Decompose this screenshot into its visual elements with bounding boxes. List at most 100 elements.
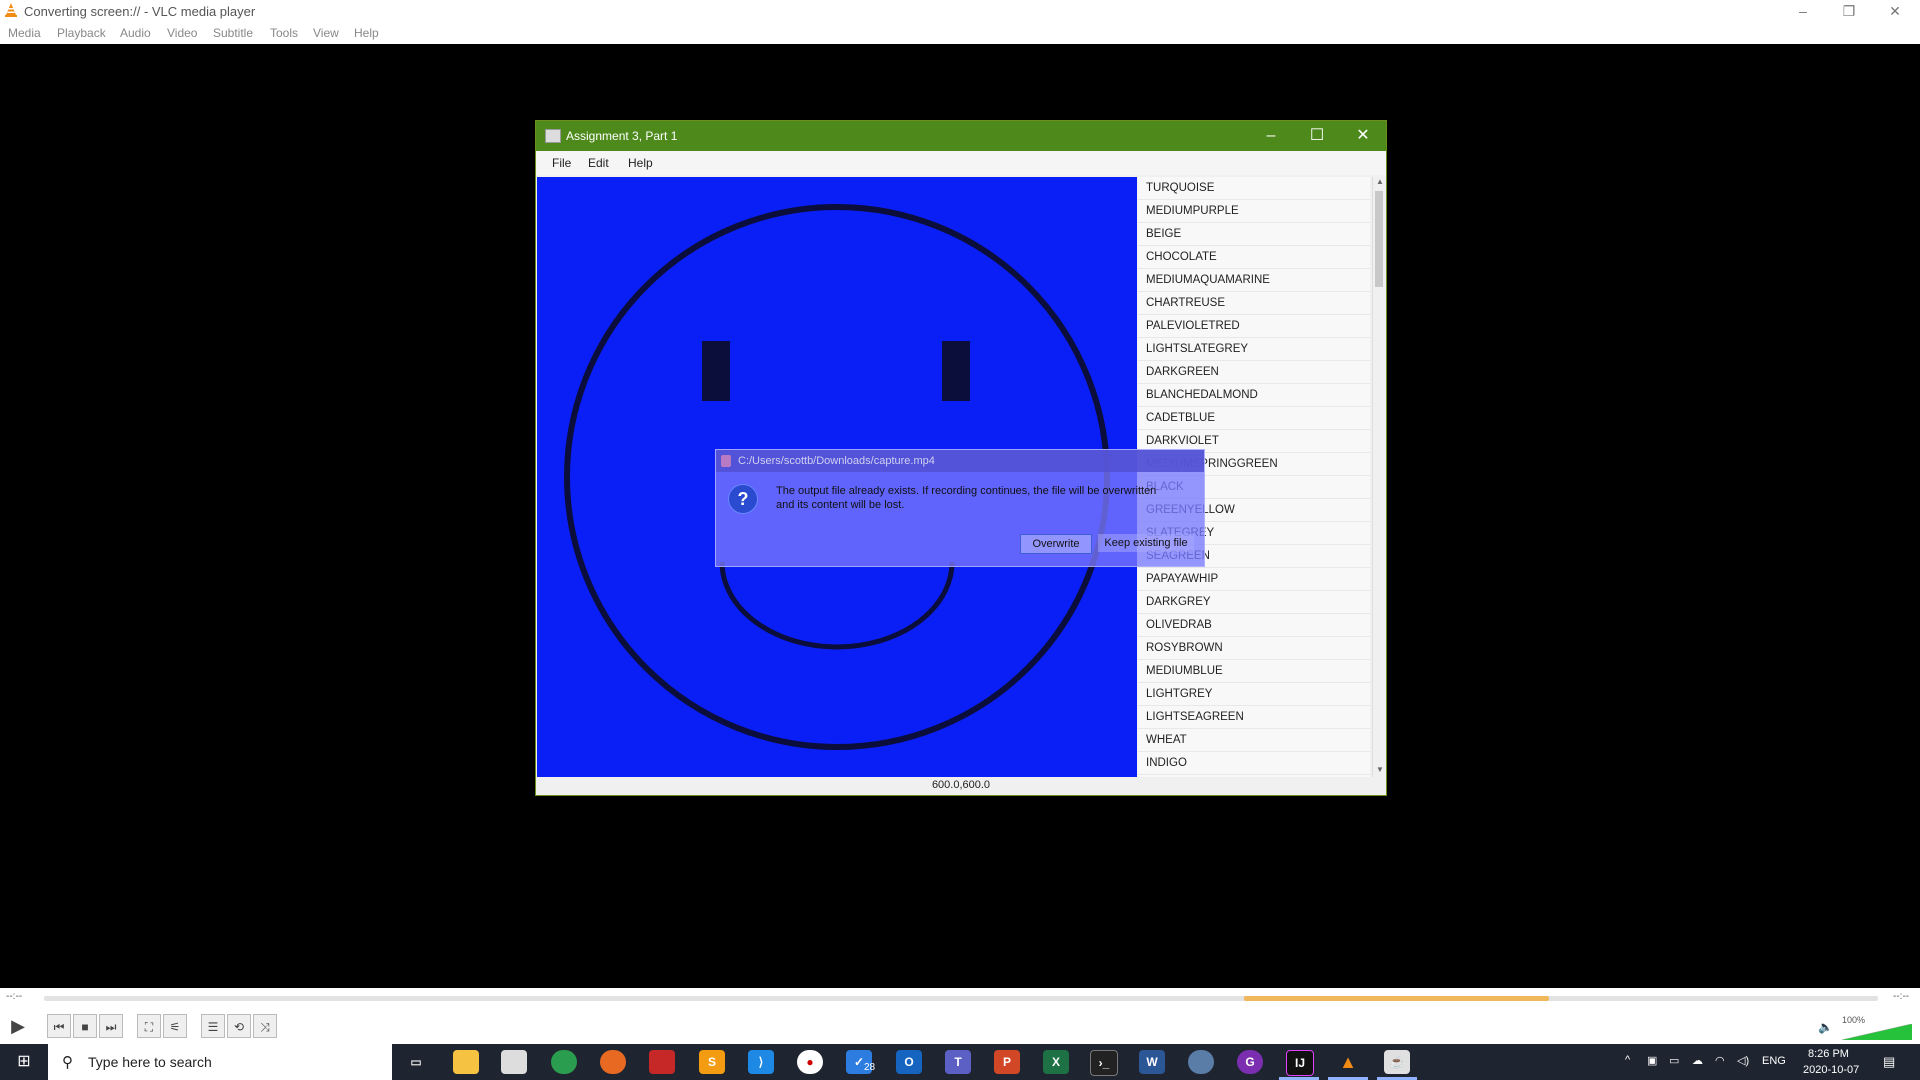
search-icon: ⚲ [62, 1054, 73, 1071]
vscode-icon[interactable]: ⟩ [748, 1050, 774, 1074]
color-list-item[interactable]: DARKGREY [1138, 591, 1370, 614]
color-list-item[interactable]: MEDIUMBLUE [1138, 660, 1370, 683]
color-list-item[interactable]: OLIVEDRAB [1138, 614, 1370, 637]
battery-icon[interactable]: ▭ [1669, 1054, 1679, 1067]
extended-settings-icon[interactable]: ⚟ [163, 1014, 187, 1038]
menu-subtitle[interactable]: Subtitle [213, 26, 253, 40]
elapsed-time: --:-- [6, 991, 23, 1002]
wifi-icon[interactable]: ◠ [1715, 1054, 1725, 1067]
color-list-item[interactable]: PAPAYAWHIP [1138, 568, 1370, 591]
color-list-item[interactable]: MEDIUMPURPLE [1138, 200, 1370, 223]
color-list-item[interactable]: CHARTREUSE [1138, 292, 1370, 315]
scroll-down-icon[interactable]: ▼ [1375, 765, 1385, 777]
color-list-item[interactable]: LIGHTSLATEGREY [1138, 338, 1370, 361]
menu-help[interactable]: Help [354, 26, 379, 40]
color-list-scrollbar[interactable]: ▲ ▼ [1372, 177, 1386, 777]
playback-controls: ▶ ⏮ ■ ⏭ ⛶ ⚟ ☰ ⟲ ⤨ 🔈 100% [0, 1008, 1920, 1044]
vlc-minimize-button[interactable]: – [1780, 0, 1826, 22]
loop-icon[interactable]: ⟲ [227, 1014, 251, 1038]
chrome-icon[interactable] [551, 1050, 577, 1074]
app-close-button[interactable]: ✕ [1340, 121, 1386, 151]
app-window-icon [545, 129, 561, 143]
color-list-item[interactable]: WHEAT [1138, 729, 1370, 752]
smile-mouth [719, 561, 955, 650]
intellij-icon[interactable]: IJ [1286, 1050, 1314, 1076]
sublime-text-icon[interactable]: S [699, 1050, 725, 1074]
java-icon[interactable]: ☕ [1384, 1050, 1410, 1074]
clock-date[interactable]: 2020-10-07 [1803, 1064, 1859, 1076]
app-minimize-button[interactable]: – [1248, 121, 1294, 151]
fullscreen-icon[interactable]: ⛶ [137, 1014, 161, 1038]
app-menu-help[interactable]: Help [628, 156, 653, 170]
color-list-item[interactable]: PALEVIOLETRED [1138, 315, 1370, 338]
firefox-icon[interactable] [600, 1050, 626, 1074]
notification-icon[interactable]: ▤ [1883, 1054, 1895, 1070]
scroll-thumb[interactable] [1375, 191, 1383, 287]
seek-slider[interactable] [44, 996, 1878, 1001]
keep-existing-file-button[interactable]: Keep existing file [1098, 534, 1194, 552]
overwrite-button[interactable]: Overwrite [1020, 534, 1092, 554]
color-list-item[interactable]: CADETBLUE [1138, 407, 1370, 430]
total-time: --:-- [1893, 991, 1910, 1002]
scroll-up-icon[interactable]: ▲ [1375, 177, 1385, 189]
settings-app-icon[interactable] [1188, 1050, 1214, 1074]
tray-expand-icon[interactable]: ^ [1625, 1054, 1630, 1066]
system-tray: ^ ▣ ▭ ☁ ◠ ◁) ENG ▤ [1615, 1044, 1920, 1080]
color-list-item[interactable]: LIGHTSEAGREEN [1138, 706, 1370, 729]
dialog-message-line2: and its content will be lost. [776, 499, 905, 511]
powerpoint-icon[interactable]: P [994, 1050, 1020, 1074]
coordinate-readout: 600.0,600.0 [537, 777, 1385, 794]
color-list-item[interactable]: TURQUOISE [1138, 177, 1370, 200]
vlc-taskbar-icon[interactable]: ▲ [1335, 1050, 1361, 1074]
play-icon[interactable]: ▶ [6, 1014, 30, 1038]
terminal-icon[interactable]: ›_ [1090, 1050, 1118, 1076]
outlook-icon[interactable]: O [896, 1050, 922, 1074]
task-view-icon[interactable]: ▭ [403, 1050, 429, 1074]
vlc-close-button[interactable]: ✕ [1872, 0, 1918, 22]
app-menu-file[interactable]: File [552, 156, 571, 170]
stop-icon[interactable]: ■ [73, 1014, 97, 1038]
next-icon[interactable]: ⏭ [99, 1014, 123, 1038]
menu-view[interactable]: View [313, 26, 339, 40]
color-list-item[interactable]: BEIGE [1138, 223, 1370, 246]
volume-tray-icon[interactable]: ◁) [1737, 1054, 1749, 1067]
teams-icon[interactable]: T [945, 1050, 971, 1074]
color-list-item[interactable]: CHOCOLATE [1138, 246, 1370, 269]
color-list-item[interactable]: MEDIUMAQUAMARINE [1138, 269, 1370, 292]
previous-icon[interactable]: ⏮ [47, 1014, 71, 1038]
file-explorer-icon[interactable] [453, 1050, 479, 1074]
record-icon[interactable]: ● [797, 1050, 823, 1074]
onedrive-icon[interactable]: ☁ [1692, 1054, 1703, 1067]
volume-slider[interactable] [1842, 1024, 1912, 1040]
windows-taskbar: ⊞ ⚲ Type here to search ▭ S ⟩ ● ✓ 28 O T… [0, 1044, 1920, 1080]
menu-audio[interactable]: Audio [120, 26, 151, 40]
color-list-item[interactable]: LIGHTGREY [1138, 683, 1370, 706]
menu-video[interactable]: Video [167, 26, 197, 40]
music-app-icon[interactable]: G [1237, 1050, 1263, 1074]
color-list-item[interactable]: INDIGO [1138, 752, 1370, 775]
color-list-item[interactable]: BLANCHEDALMOND [1138, 384, 1370, 407]
color-list-item[interactable]: DARKGREEN [1138, 361, 1370, 384]
menu-tools[interactable]: Tools [270, 26, 298, 40]
menu-playback[interactable]: Playback [57, 26, 106, 40]
seek-bar-row: --:-- --:-- [0, 988, 1920, 1008]
color-list-item[interactable]: ROSYBROWN [1138, 637, 1370, 660]
pdf-reader-icon[interactable] [649, 1050, 675, 1074]
menu-media[interactable]: Media [8, 26, 41, 40]
app-maximize-button[interactable]: ☐ [1294, 121, 1340, 151]
word-icon[interactable]: W [1139, 1050, 1165, 1074]
store-icon[interactable] [501, 1050, 527, 1074]
excel-icon[interactable]: X [1043, 1050, 1069, 1074]
vlc-restore-button[interactable]: ❐ [1826, 0, 1872, 22]
gift-icon[interactable]: ▣ [1647, 1054, 1657, 1067]
speaker-icon[interactable]: 🔈 [1818, 1020, 1833, 1034]
playlist-icon[interactable]: ☰ [201, 1014, 225, 1038]
clock-time[interactable]: 8:26 PM [1808, 1048, 1849, 1060]
shuffle-icon[interactable]: ⤨ [253, 1014, 277, 1038]
windows-start-icon[interactable]: ⊞ [0, 1044, 48, 1080]
app-menu-bar: File Edit Help [536, 151, 1386, 175]
language-indicator[interactable]: ENG [1762, 1055, 1786, 1067]
app-menu-edit[interactable]: Edit [588, 156, 609, 170]
left-eye [702, 341, 730, 401]
taskbar-search[interactable]: ⚲ Type here to search [48, 1044, 392, 1080]
